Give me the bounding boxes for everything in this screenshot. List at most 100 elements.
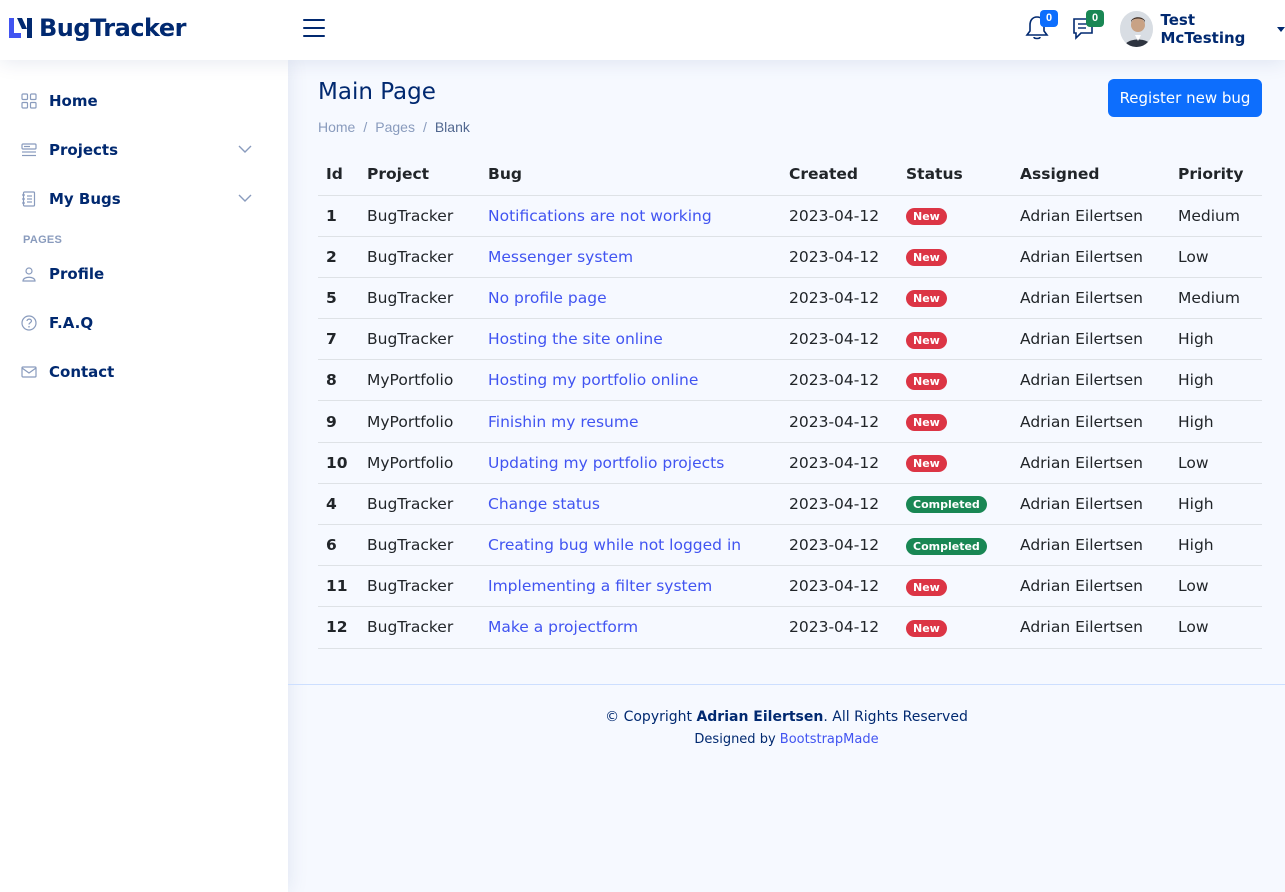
cell-assigned: Adrian Eilertsen [1012,483,1170,526]
sidebar-item-profile[interactable]: Profile [20,262,260,286]
toggle-sidebar-button[interactable] [303,18,325,38]
cell-created: 2023-04-12 [781,524,898,567]
sidebar-item-label: Home [49,92,98,110]
cell-priority: Low [1170,442,1262,484]
sidebar-item-projects[interactable]: Projects [20,138,260,162]
cell-project: MyPortfolio [359,359,480,402]
bug-link[interactable]: No profile page [488,289,607,307]
person-icon [20,265,38,283]
cell-status: Completed [898,483,1012,526]
cell-id: 4 [318,483,359,526]
bug-link[interactable]: Messenger system [488,248,633,266]
table-row: 4 BugTracker Change status 2023-04-12 Comple… [318,483,1262,526]
cell-id: 7 [318,318,359,361]
sidebar-item-label: F.A.Q [49,314,94,332]
cell-id: 10 [318,442,359,484]
cell-created: 2023-04-12 [781,318,898,361]
sidebar-item-my-bugs[interactable]: My Bugs [20,187,260,211]
chevron-down-icon [238,194,252,202]
column-header-status[interactable]: Status [898,153,1012,196]
sidebar-item-label: Profile [49,265,105,283]
bug-link[interactable]: Notifications are not working [488,207,712,225]
question-circle-icon [20,314,38,332]
column-header-assigned[interactable]: Assigned [1012,153,1170,196]
notifications-button[interactable]: 0 [1024,10,1058,44]
cell-id: 11 [318,565,359,608]
cell-assigned: Adrian Eilertsen [1012,606,1170,649]
designer-link[interactable]: BootstrapMade [780,732,879,747]
bug-link[interactable]: Make a projectform [488,618,638,636]
sidebar-item-home[interactable]: Home [20,89,260,113]
brand-name: BugTracker [39,14,186,42]
breadcrumb-pages[interactable]: Pages [375,119,415,135]
sidebar-item-contact[interactable]: Contact [20,360,260,384]
cell-priority: High [1170,400,1262,443]
sidebar-item-faq[interactable]: F.A.Q [20,311,260,335]
cell-bug: Updating my portfolio projects [480,442,781,484]
status-badge: Completed [906,537,987,555]
cell-bug: Creating bug while not logged in [480,524,781,567]
cell-project: MyPortfolio [359,400,480,443]
cell-assigned: Adrian Eilertsen [1012,524,1170,567]
brand-logo[interactable]: BugTracker [8,14,186,42]
cell-bug: Hosting my portfolio online [480,359,781,402]
bug-link[interactable]: Finishin my resume [488,413,638,431]
cell-project: BugTracker [359,565,480,608]
status-badge: New [906,208,947,226]
status-badge: New [906,249,947,267]
cell-assigned: Adrian Eilertsen [1012,318,1170,361]
cell-created: 2023-04-12 [781,565,898,608]
cell-created: 2023-04-12 [781,277,898,320]
table-body: 1 BugTracker Notifications are not working… [318,195,1262,649]
cell-created: 2023-04-12 [781,606,898,649]
bug-link[interactable]: Updating my portfolio projects [488,454,724,472]
cell-bug: Notifications are not working [480,195,781,237]
cell-project: BugTracker [359,318,480,361]
breadcrumb-current: Blank [434,119,470,135]
register-new-bug-button[interactable]: Register new bug [1108,79,1262,117]
cell-created: 2023-04-12 [781,400,898,443]
chevron-down-icon [238,145,252,153]
messages-button[interactable]: 0 [1070,10,1104,44]
status-badge: New [906,455,947,473]
cell-created: 2023-04-12 [781,195,898,237]
bug-link[interactable]: Hosting my portfolio online [488,371,698,389]
column-header-created[interactable]: Created [781,153,898,196]
cell-project: BugTracker [359,195,480,237]
caret-down-icon [1277,26,1285,32]
bug-link[interactable]: Change status [488,495,600,513]
cell-created: 2023-04-12 [781,359,898,402]
cell-bug: Messenger system [480,236,781,278]
cell-id: 2 [318,236,359,278]
bug-link[interactable]: Creating bug while not logged in [488,536,741,554]
table-row: 12 BugTracker Make a projectform 2023-04-12… [318,606,1262,649]
cell-status: New [898,442,1012,484]
profile-dropdown[interactable]: Test McTesting [1120,11,1285,47]
cell-status: New [898,606,1012,649]
notifications-badge: 0 [1040,10,1058,27]
table-row: 9 MyPortfolio Finishin my resume 2023-04-12… [318,400,1262,443]
messages-badge: 0 [1086,10,1104,27]
cell-priority: Medium [1170,195,1262,237]
cell-status: New [898,277,1012,320]
column-header-project[interactable]: Project [359,153,480,196]
table-row: 2 BugTracker Messenger system 2023-04-12 New… [318,236,1262,278]
column-header-bug[interactable]: Bug [480,153,781,196]
column-header-priority[interactable]: Priority [1170,153,1262,196]
cell-created: 2023-04-12 [781,442,898,484]
grid-icon [20,92,38,110]
cell-project: BugTracker [359,277,480,320]
cell-priority: Low [1170,565,1262,608]
breadcrumb-home[interactable]: Home [318,119,355,135]
avatar-image [1120,11,1153,47]
bug-link[interactable]: Implementing a filter system [488,577,712,595]
column-header-id[interactable]: Id [318,153,359,196]
journal-icon [20,190,38,208]
cell-id: 9 [318,400,359,443]
cell-bug: Finishin my resume [480,400,781,443]
cell-bug: Make a projectform [480,606,781,649]
cell-priority: High [1170,524,1262,567]
sidebar-item-label: My Bugs [49,190,121,208]
sidebar: Home Projects My Bugs PAGES Profile F.A.… [0,60,288,892]
bug-link[interactable]: Hosting the site online [488,330,663,348]
